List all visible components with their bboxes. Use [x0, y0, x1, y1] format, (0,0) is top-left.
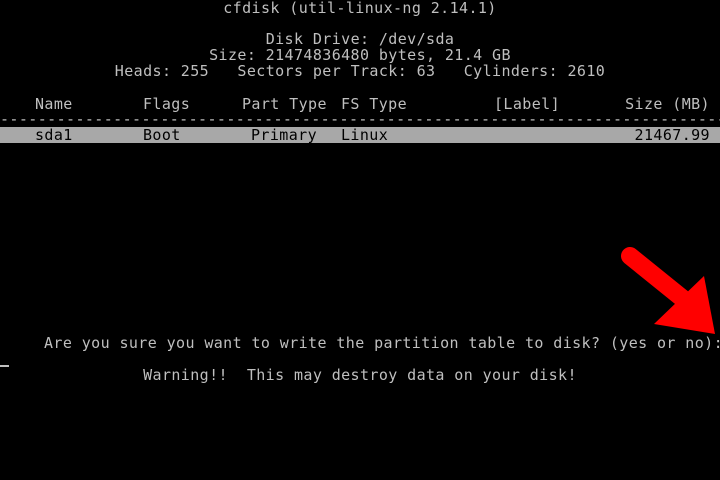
partition-flags: Boot [143, 126, 181, 144]
disk-size-label: Size: 21474836480 bytes, 21.4 GB [209, 46, 511, 64]
disk-drive-label: Disk Drive: /dev/sda [265, 30, 455, 48]
partition-fs-type: Linux [341, 126, 389, 144]
table-separator: ----------------------------------------… [0, 111, 720, 127]
red-arrow-icon [621, 247, 715, 334]
disk-geometry-label: Heads: 255 Sectors per Track: 63 Cylinde… [114, 62, 606, 80]
partition-part-type: Primary [251, 126, 318, 144]
app-title: cfdisk (util-linux-ng 2.14.1) [223, 0, 497, 17]
partition-name: sda1 [35, 126, 73, 144]
destroy-data-warning: Warning!! This may destroy data on your … [143, 366, 577, 384]
partition-size: 21467.99 [634, 126, 710, 144]
partition-row-sda1[interactable]: sda1 Boot Primary Linux 21467.99 [0, 127, 720, 143]
